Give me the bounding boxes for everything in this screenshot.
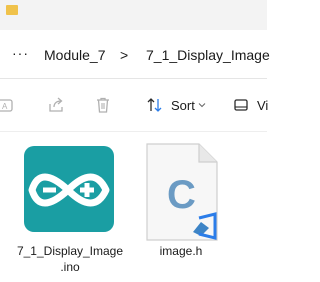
file-name-ino-line1[interactable]: 7_1_Display_Image (15, 244, 125, 259)
svg-text:C: C (167, 173, 196, 217)
svg-text:A: A (2, 102, 8, 111)
breadcrumb-module-7[interactable]: Module_7 (44, 46, 106, 64)
share-icon[interactable] (47, 96, 65, 114)
file-item-header[interactable]: C (143, 142, 219, 242)
title-bar (0, 0, 267, 30)
rename-icon[interactable]: A (0, 96, 15, 114)
view-button-label[interactable]: Vi (257, 98, 268, 114)
app-icon (6, 5, 18, 15)
breadcrumb-overflow-button[interactable]: ··· (12, 44, 29, 62)
c-header-file-icon: C (146, 143, 218, 241)
sort-button-label[interactable]: Sort (171, 98, 195, 114)
breadcrumb-separator[interactable]: > (120, 46, 128, 64)
file-name-header[interactable]: image.h (136, 244, 226, 259)
chevron-down-icon[interactable] (198, 102, 206, 108)
file-name-ino-line2[interactable]: .ino (15, 260, 125, 275)
trash-icon[interactable] (94, 96, 112, 114)
arduino-icon (24, 146, 114, 232)
sort-icon[interactable] (146, 96, 164, 114)
breadcrumb-current-folder[interactable]: 7_1_Display_Image (146, 46, 270, 64)
view-icon[interactable] (233, 96, 251, 114)
file-item-ino[interactable] (22, 146, 116, 232)
command-bar (0, 79, 267, 132)
